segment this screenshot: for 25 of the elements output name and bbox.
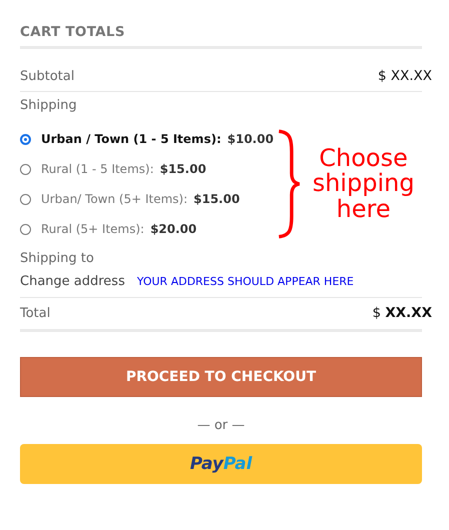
change-address-link[interactable]: Change address [20,274,125,289]
section-title: CART TOTALS [20,24,422,49]
paypal-button[interactable]: PayPal [20,444,422,484]
annotation-text: Choose shipping here [311,146,416,222]
shipping-option-label: Rural (1 - 5 Items): [41,162,154,176]
separator-text: — or — [196,418,246,433]
address-text: YOUR ADDRESS SHOULD APPEAR HERE [136,275,354,288]
radio-button[interactable] [20,164,31,174]
radio-button[interactable] [20,194,31,204]
shipping-price: $20.00 [150,222,197,236]
shipping-price: $15.00 [194,192,240,206]
total-value: $ XX.XX [372,305,432,321]
shipping-price: $10.00 [227,132,274,146]
shipping-option-label: Urban/ Town (5+ Items): [41,192,188,206]
checkout-button[interactable]: PROCEED TO CHECKOUT [20,357,422,397]
radio-button[interactable] [20,134,31,144]
shipping-to-label: Shipping to [20,251,95,266]
subtotal-value: $ XX.XX [378,68,432,84]
radio-button[interactable] [20,224,31,234]
shipping-option-label: Urban / Town (1 - 5 Items): [41,132,222,146]
total-label: Total [20,306,50,320]
shipping-price: $15.00 [160,162,206,176]
shipping-label: Shipping [20,98,78,113]
subtotal-label: Subtotal [20,68,74,84]
shipping-option-label: Rural (5+ Items): [41,222,144,236]
